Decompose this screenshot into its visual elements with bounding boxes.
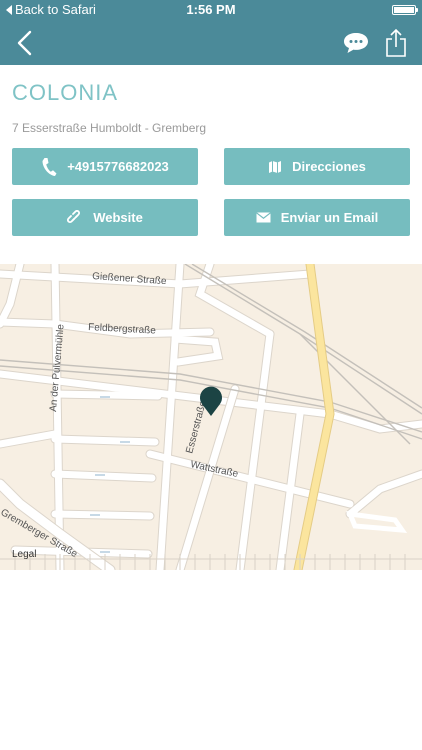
link-icon [67,209,81,223]
street-map: Gießener Straße Feldbergstraße An der Pu… [0,264,422,570]
place-title: COLONIA [12,80,119,105]
map-view[interactable]: Gießener Straße Feldbergstraße An der Pu… [0,264,422,570]
share-icon [386,28,406,57]
envelope-icon [255,212,271,223]
chat-button[interactable] [342,31,370,55]
battery-icon [392,5,418,15]
street-label-feldberg: Feldbergstraße [88,322,157,337]
battery-level [394,7,414,13]
chevron-left-icon [17,30,32,56]
call-button[interactable]: +4915776682023 [12,148,198,185]
directions-button[interactable]: Direcciones [224,148,410,185]
map-legal-link[interactable]: Legal [12,549,36,560]
directions-label: Direcciones [292,159,366,174]
street-label-pulvermuehle: An der Pulvermühle [48,323,67,412]
share-button[interactable] [384,28,408,58]
phone-icon [42,157,57,176]
map-icon [269,160,282,173]
website-button[interactable]: Website [12,199,198,236]
place-address: 7 Esserstraße Humboldt - Gremberg [12,121,207,135]
status-bar: Back to Safari 1:56 PM [0,0,422,20]
status-time: 1:56 PM [186,2,236,17]
email-label: Enviar un Email [280,210,379,225]
phone-number-label: +4915776682023 [67,159,169,174]
navigation-bar [0,20,422,65]
website-label: Website [93,210,143,225]
speech-bubble-icon [344,33,368,53]
email-button[interactable]: Enviar un Email [224,199,410,236]
back-button[interactable] [14,30,38,56]
